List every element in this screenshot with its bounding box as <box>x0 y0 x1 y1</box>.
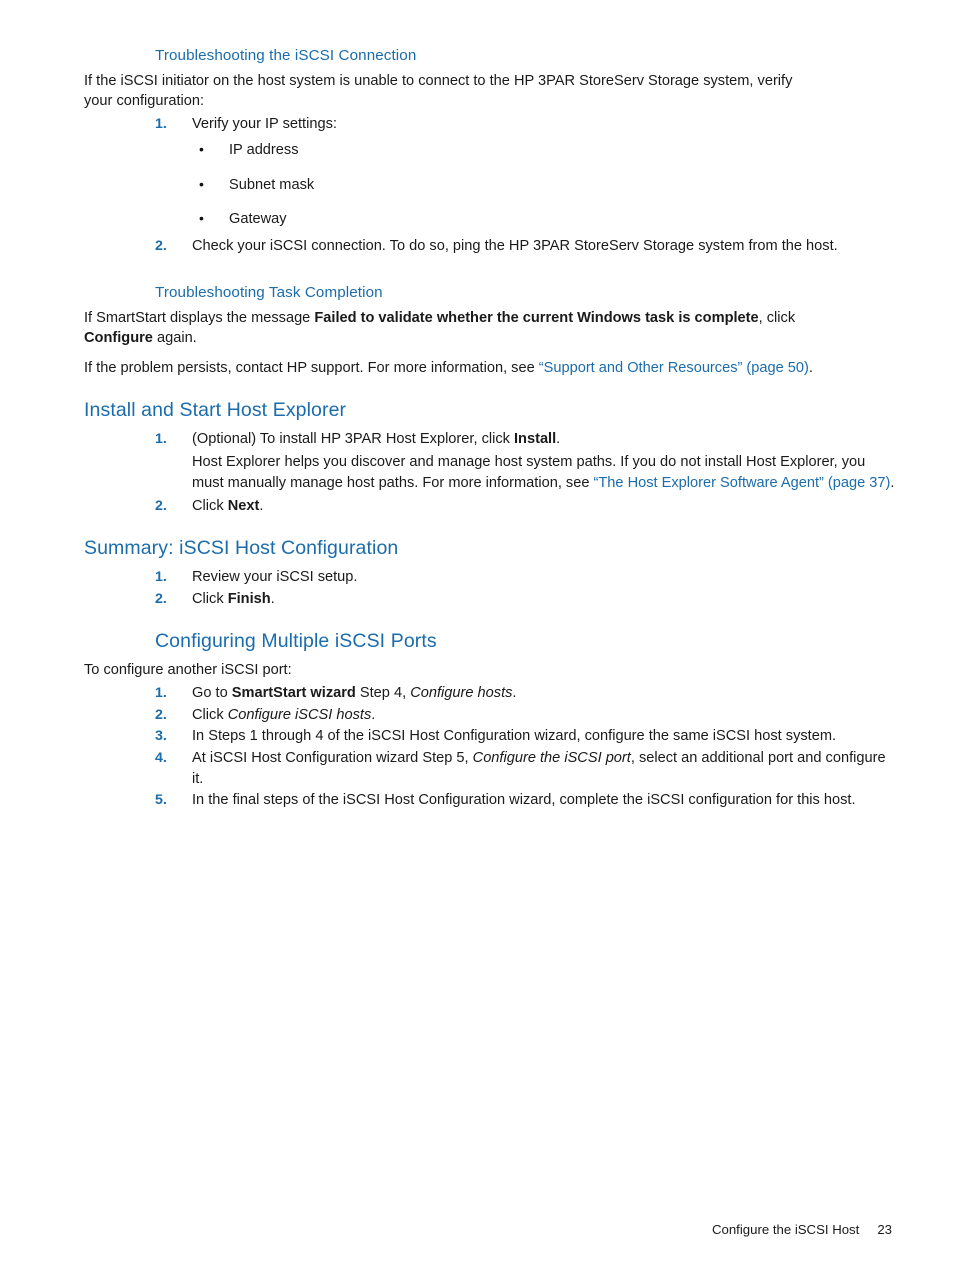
text-run: Go to <box>192 684 232 701</box>
text-run: If the problem persists, contact HP supp… <box>84 359 539 376</box>
text-run: . <box>556 431 561 448</box>
text-run: again. <box>152 330 197 347</box>
text-run: If SmartStart displays the message <box>84 309 315 326</box>
section-troubleshooting-task-header: Troubleshooting Task Completion <box>155 283 894 303</box>
list-item: 1. Review your iSCSI setup. <box>155 567 895 588</box>
list-marker: 1. <box>155 431 167 448</box>
italic-configure-hosts: Configure hosts <box>410 684 513 701</box>
section-summary-header: Summary: iSCSI Host Configuration <box>84 536 894 560</box>
text-run: . <box>259 498 264 515</box>
heading-troubleshooting-the-iscsi-connection: Troubleshooting the iSCSI Connection <box>155 47 417 64</box>
list-item: 5. In the final steps of the iSCSI Host C… <box>155 790 895 811</box>
text-run: . <box>512 684 517 701</box>
list-marker: 1. <box>155 116 167 133</box>
page-footer: Configure the iSCSI Host 23 <box>0 1222 954 1237</box>
list-item: 1. Verify your IP settings: • IP address… <box>155 114 895 230</box>
bullet-icon: • <box>199 140 204 157</box>
list-item-text: Check your iSCSI connection. To do so, p… <box>192 238 838 255</box>
list-item: • IP address <box>192 140 895 161</box>
list-marker: 1. <box>155 569 167 586</box>
list-item-label: Subnet mask <box>229 176 315 193</box>
text-run: , click <box>758 309 796 326</box>
list-item-label: IP address <box>229 141 299 158</box>
document-page: Troubleshooting the iSCSI Connection If … <box>0 0 954 1271</box>
bold-button-finish: Finish <box>227 591 271 608</box>
text-run: Click <box>192 591 228 608</box>
paragraph-configure-another-port-intro: To configure another iSCSI port: <box>84 662 292 679</box>
list-item-label: Gateway <box>229 211 287 228</box>
heading-summary-iscsi-host-configuration: Summary: iSCSI Host Configuration <box>84 536 399 559</box>
list-configuring-multiple-ports-steps: 1. Go to SmartStart wizard Step 4, Config… <box>155 683 894 811</box>
bold-button-configure: Configure <box>84 330 153 347</box>
bold-button-install: Install <box>514 431 557 448</box>
bold-smartstart-wizard: SmartStart wizard <box>231 684 356 701</box>
text-run: At iSCSI Host Configuration wizard Step … <box>192 750 473 766</box>
bold-button-next: Next <box>227 498 260 515</box>
list-marker: 2. <box>155 591 167 608</box>
list-marker: 5. <box>155 792 167 809</box>
text-run: Step 4, <box>355 684 411 701</box>
text-run: (Optional) To install HP 3PAR Host Explo… <box>192 431 514 448</box>
bullet-icon: • <box>199 210 204 227</box>
list-marker: 2. <box>155 498 167 515</box>
text-run: . <box>270 591 275 608</box>
list-summary-steps: 1. Review your iSCSI setup. 2. Click Finis… <box>155 567 894 609</box>
list-marker: 4. <box>155 750 167 766</box>
list-install-host-explorer-steps: 1. (Optional) To install HP 3PAR Host Exp… <box>155 429 894 517</box>
link-the-host-explorer-software-agent[interactable]: “The Host Explorer Software Agent” (page… <box>594 475 891 491</box>
list-item: 2. Click Configure iSCSI hosts. <box>155 705 895 726</box>
list-marker: 2. <box>155 706 167 723</box>
paragraph-task-contact-support: If the problem persists, contact HP supp… <box>84 358 824 379</box>
section-configuring-multiple-ports-header: Configuring Multiple iSCSI Ports <box>155 629 894 653</box>
italic-configure-iscsi-hosts: Configure iSCSI hosts <box>227 706 372 723</box>
list-item: • Subnet mask <box>192 175 895 196</box>
bold-message-text: Failed to validate whether the current W… <box>314 309 759 326</box>
list-item: 2. Click Finish. <box>155 589 895 610</box>
paragraph-troubleshooting-connection-intro: If the iSCSI initiator on the host syste… <box>84 72 793 110</box>
heading-troubleshooting-task-completion: Troubleshooting Task Completion <box>155 283 383 301</box>
list-item-text: In Steps 1 through 4 of the iSCSI Host C… <box>192 728 837 745</box>
footer-section-title: Configure the iSCSI Host <box>711 1222 860 1237</box>
page-content: Troubleshooting the iSCSI Connection If … <box>84 46 894 812</box>
list-item: 1. Go to SmartStart wizard Step 4, Config… <box>155 683 895 704</box>
text-run: Click <box>192 706 228 723</box>
list-marker: 1. <box>155 684 167 701</box>
list-item: 4. At iSCSI Host Configuration wizard Ste… <box>155 748 895 789</box>
list-item-text: In the final steps of the iSCSI Host Con… <box>192 792 856 809</box>
list-ip-settings: • IP address • Subnet mask • Gateway <box>192 140 895 230</box>
text-run: Click <box>192 498 228 515</box>
heading-install-and-start-host-explorer: Install and Start Host Explorer <box>84 398 347 421</box>
italic-configure-the-iscsi-port: Configure the iSCSI port <box>472 750 631 766</box>
text-run: . <box>371 706 376 723</box>
list-marker: 2. <box>155 238 167 255</box>
section-troubleshooting-connection-header: Troubleshooting the iSCSI Connection <box>155 46 894 66</box>
footer-page-number: 23 <box>877 1222 892 1237</box>
list-item-text: Review your iSCSI setup. <box>192 569 358 586</box>
list-item: 2. Check your iSCSI connection. To do so… <box>155 236 895 257</box>
list-item: • Gateway <box>192 209 895 230</box>
paragraph-task-failed-message: If SmartStart displays the message Faile… <box>84 308 824 349</box>
list-troubleshooting-connection-steps: 1. Verify your IP settings: • IP address… <box>155 114 894 257</box>
list-marker: 3. <box>155 728 167 745</box>
text-run: . <box>890 474 895 491</box>
list-item: 3. In Steps 1 through 4 of the iSCSI Host… <box>155 726 895 747</box>
list-item-text: Verify your IP settings: <box>192 116 337 133</box>
paragraph-host-explorer-description: Host Explorer helps you discover and man… <box>192 452 895 493</box>
section-install-host-explorer-header: Install and Start Host Explorer <box>84 398 894 422</box>
link-support-and-other-resources[interactable]: “Support and Other Resources” (page 50) <box>539 360 809 376</box>
list-item: 2. Click Next. <box>155 496 895 517</box>
text-run: . <box>808 359 813 376</box>
bullet-icon: • <box>199 175 204 192</box>
list-item: 1. (Optional) To install HP 3PAR Host Exp… <box>155 429 895 493</box>
heading-configuring-multiple-iscsi-ports: Configuring Multiple iSCSI Ports <box>155 629 437 652</box>
